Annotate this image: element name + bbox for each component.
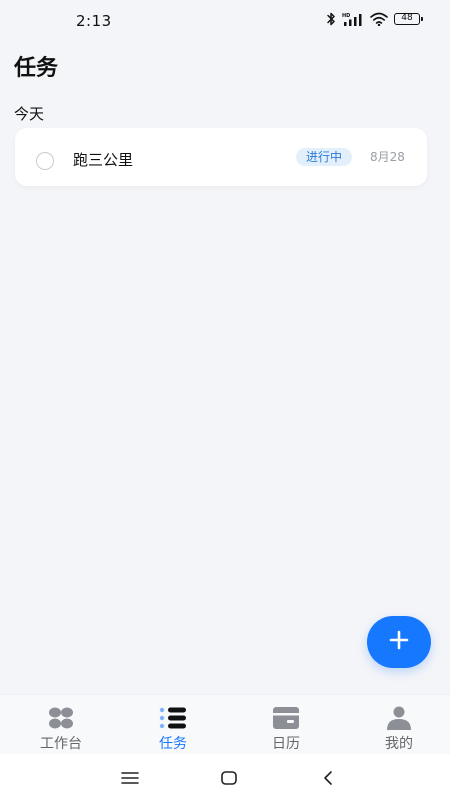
- nav-label-workbench: 工作台: [40, 736, 82, 752]
- task-status-badge: 进行中: [296, 148, 353, 166]
- nav-label-tasks: 任务: [159, 736, 187, 752]
- plus-icon: [389, 630, 409, 654]
- nav-item-profile[interactable]: 我的: [343, 695, 450, 755]
- back-icon[interactable]: [316, 768, 340, 788]
- nav-item-workbench[interactable]: 工作台: [5, 695, 117, 755]
- app-screen: 2:13 HD 48 任务 今天 跑三公里 进行中 8月28 工作台 任务 日历…: [0, 0, 450, 800]
- list-icon: [158, 705, 188, 731]
- task-item[interactable]: 跑三公里 进行中 8月28: [15, 128, 427, 186]
- svg-text:HD: HD: [342, 13, 350, 19]
- menu-icon[interactable]: [118, 768, 142, 788]
- nav-label-profile: 我的: [385, 736, 413, 752]
- calendar-icon: [271, 705, 301, 731]
- section-title-today: 今天: [14, 105, 45, 123]
- status-time: 2:13: [76, 12, 112, 30]
- hd-signal-icon: HD: [342, 12, 364, 26]
- page-title: 任务: [14, 56, 59, 81]
- nav-item-tasks[interactable]: 任务: [117, 695, 229, 755]
- add-task-button[interactable]: [367, 616, 431, 668]
- person-icon: [384, 705, 414, 731]
- nav-item-calendar[interactable]: 日历: [230, 695, 342, 755]
- grid-icon: [46, 705, 76, 731]
- task-date: 8月28: [370, 150, 405, 164]
- wifi-icon: [370, 12, 388, 26]
- home-icon[interactable]: [217, 768, 241, 788]
- status-icons: HD 48: [326, 11, 423, 27]
- battery-icon: 48: [394, 13, 423, 25]
- nav-label-calendar: 日历: [272, 736, 300, 752]
- task-checkbox[interactable]: [36, 152, 54, 170]
- bluetooth-icon: [326, 12, 336, 26]
- task-title: 跑三公里: [73, 151, 134, 169]
- bottom-nav: 工作台 任务 日历 我的: [0, 694, 450, 755]
- status-bar: 2:13 HD 48: [0, 0, 450, 40]
- system-nav-bar: [0, 754, 450, 800]
